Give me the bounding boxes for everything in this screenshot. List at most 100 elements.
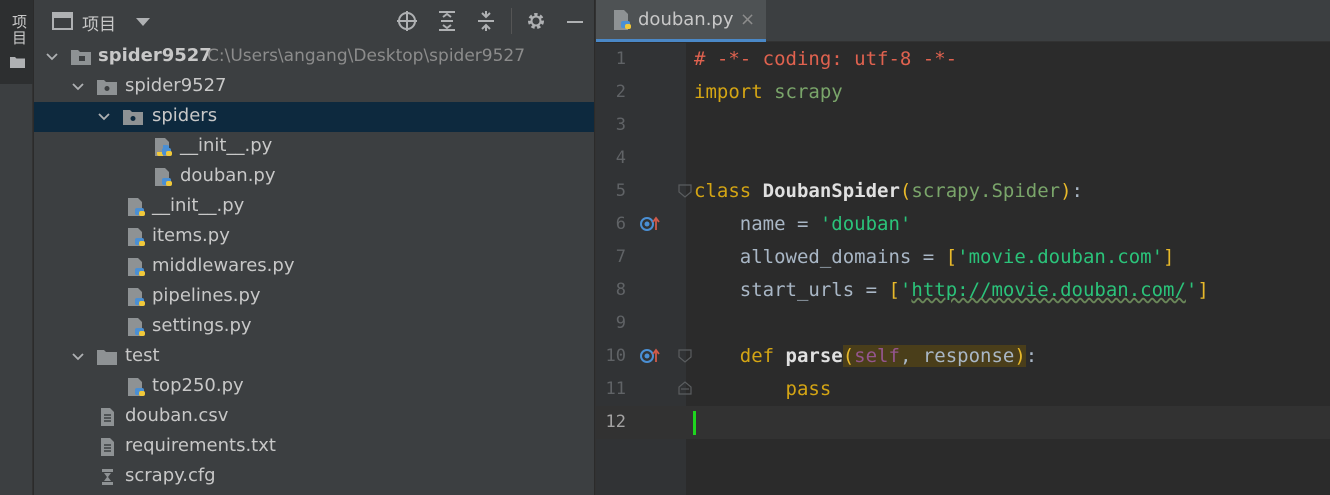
parameter-token: , response [899, 345, 1015, 367]
tree-row-file[interactable]: douban.csv [34, 402, 594, 432]
line-number: 9 [615, 313, 626, 333]
project-panel: 项目 spider9527 C:\Users\angang\Desktop\sp… [34, 0, 594, 495]
url-token[interactable]: http://movie.douban.com/ [911, 279, 1186, 301]
string-token: 'movie.douban.com' [957, 246, 1164, 268]
line-number: 1 [615, 49, 626, 69]
package-folder-icon [97, 80, 117, 95]
text-file-icon [101, 438, 114, 456]
code-line: 1 # -*- coding: utf-8 -*- [596, 43, 1330, 76]
code-line: 9 [596, 307, 1330, 340]
locate-file-icon[interactable] [396, 10, 418, 32]
code-line: 2 import scrapy [596, 76, 1330, 109]
tree-label: requirements.txt [125, 435, 276, 456]
tree-row-file[interactable]: middlewares.py [34, 252, 594, 282]
code-line: 7 allowed_domains = ['movie.douban.com'] [596, 241, 1330, 274]
chevron-down-icon[interactable] [136, 18, 150, 26]
line-number: 3 [615, 115, 626, 135]
line-number: 11 [605, 379, 626, 399]
tree-row-spiders[interactable]: spiders [34, 102, 594, 132]
comment-token: # -*- coding: utf-8 -*- [694, 48, 958, 70]
line-number: 6 [615, 214, 626, 234]
keyword-token: class [694, 180, 752, 202]
attribute-token: allowed_domains = [694, 246, 946, 268]
paren-token: ) [1014, 345, 1026, 367]
package-folder-icon [123, 110, 143, 125]
line-number: 12 [605, 412, 626, 432]
code-line: 5 class DoubanSpider(scrapy.Spider): [596, 175, 1330, 208]
close-icon[interactable]: × [740, 9, 755, 30]
module-folder-icon [71, 50, 91, 65]
project-tool-tab-label: 项目 [10, 14, 28, 46]
project-path: C:\Users\angang\Desktop\spider9527 [207, 46, 526, 66]
collapse-all-icon[interactable] [475, 10, 497, 32]
tree-row-file[interactable]: top250.py [34, 372, 594, 402]
attribute-token: name = [694, 213, 820, 235]
colon-token: : [1025, 345, 1038, 367]
override-marker-icon[interactable] [640, 214, 662, 234]
code-line: 8 start_urls = ['http://movie.douban.com… [596, 274, 1330, 307]
override-marker-icon[interactable] [640, 346, 662, 366]
line-number: 2 [615, 82, 626, 102]
python-file-icon [128, 318, 145, 336]
project-tool-tab[interactable]: 项目 [0, 0, 33, 84]
base-class-token: scrapy.Spider [911, 180, 1061, 202]
tree-row-file[interactable]: items.py [34, 222, 594, 252]
chevron-down-icon[interactable] [72, 81, 84, 93]
tree-label: items.py [152, 225, 230, 246]
code-text: def parse(self, response): [694, 345, 1037, 367]
tree-label: spider9527 [98, 45, 212, 66]
code-text: start_urls = ['http://movie.douban.com/'… [694, 279, 1209, 301]
line-number: 4 [615, 148, 626, 168]
keyword-token: def [694, 345, 775, 367]
keyword-token: pass [694, 378, 832, 400]
tree-label: douban.csv [125, 405, 229, 426]
gear-icon[interactable] [525, 10, 547, 32]
code-text: allowed_domains = ['movie.douban.com'] [694, 246, 1175, 268]
chevron-down-icon[interactable] [72, 351, 84, 363]
chevron-down-icon[interactable] [46, 51, 58, 63]
minimize-icon[interactable] [564, 10, 586, 32]
current-code-line: 12 [596, 406, 1330, 439]
tree-label: pipelines.py [152, 285, 261, 306]
tab-douban-py[interactable]: douban.py × [596, 0, 766, 42]
project-panel-header: 项目 [34, 0, 594, 42]
tree-row-file[interactable]: douban.py [34, 162, 594, 192]
tree-row-package[interactable]: spider9527 [34, 72, 594, 102]
quote-token: ' [1185, 279, 1198, 301]
chevron-down-icon[interactable] [98, 111, 110, 123]
self-token: self [854, 345, 900, 367]
tree-row-file[interactable]: scrapy.cfg [34, 462, 594, 492]
tree-label: top250.py [152, 375, 244, 396]
attribute-token: start_urls = [694, 279, 889, 301]
fold-marker-icon[interactable] [678, 184, 692, 198]
tree-label: __init__.py [152, 195, 245, 216]
paren-token: ) [1060, 180, 1072, 202]
code-line: 4 [596, 142, 1330, 175]
expand-all-icon[interactable] [436, 10, 458, 32]
code-area[interactable]: 1 # -*- coding: utf-8 -*- 2 import scrap… [596, 43, 1330, 495]
text-caret [693, 411, 696, 435]
tree-row-folder[interactable]: test [34, 342, 594, 372]
tree-row-file[interactable]: __init__.py [34, 132, 594, 162]
class-name-token: DoubanSpider [751, 180, 900, 202]
paren-token: ( [842, 345, 855, 367]
line-number: 8 [615, 280, 626, 300]
tree-row-file[interactable]: settings.py [34, 312, 594, 342]
bracket-token: [ [945, 246, 958, 268]
tree-label: test [125, 345, 160, 366]
python-file-icon [128, 288, 145, 306]
line-number: 5 [615, 181, 626, 201]
function-name-token: parse [774, 345, 843, 367]
tree-label: spiders [152, 105, 218, 126]
tree-row-file[interactable]: requirements.txt [34, 432, 594, 462]
tree-row-file[interactable]: pipelines.py [34, 282, 594, 312]
module-token: scrapy [762, 81, 843, 103]
code-text: class DoubanSpider(scrapy.Spider): [694, 180, 1083, 202]
code-line: 3 [596, 109, 1330, 142]
tree-row-file[interactable]: __init__.py [34, 192, 594, 222]
fold-marker-icon[interactable] [678, 349, 692, 363]
project-panel-title[interactable]: 项目 [82, 10, 116, 35]
tree-row-project-root[interactable]: spider9527 C:\Users\angang\Desktop\spide… [34, 42, 594, 72]
header-divider [511, 8, 512, 34]
fold-end-marker-icon[interactable] [678, 381, 692, 395]
